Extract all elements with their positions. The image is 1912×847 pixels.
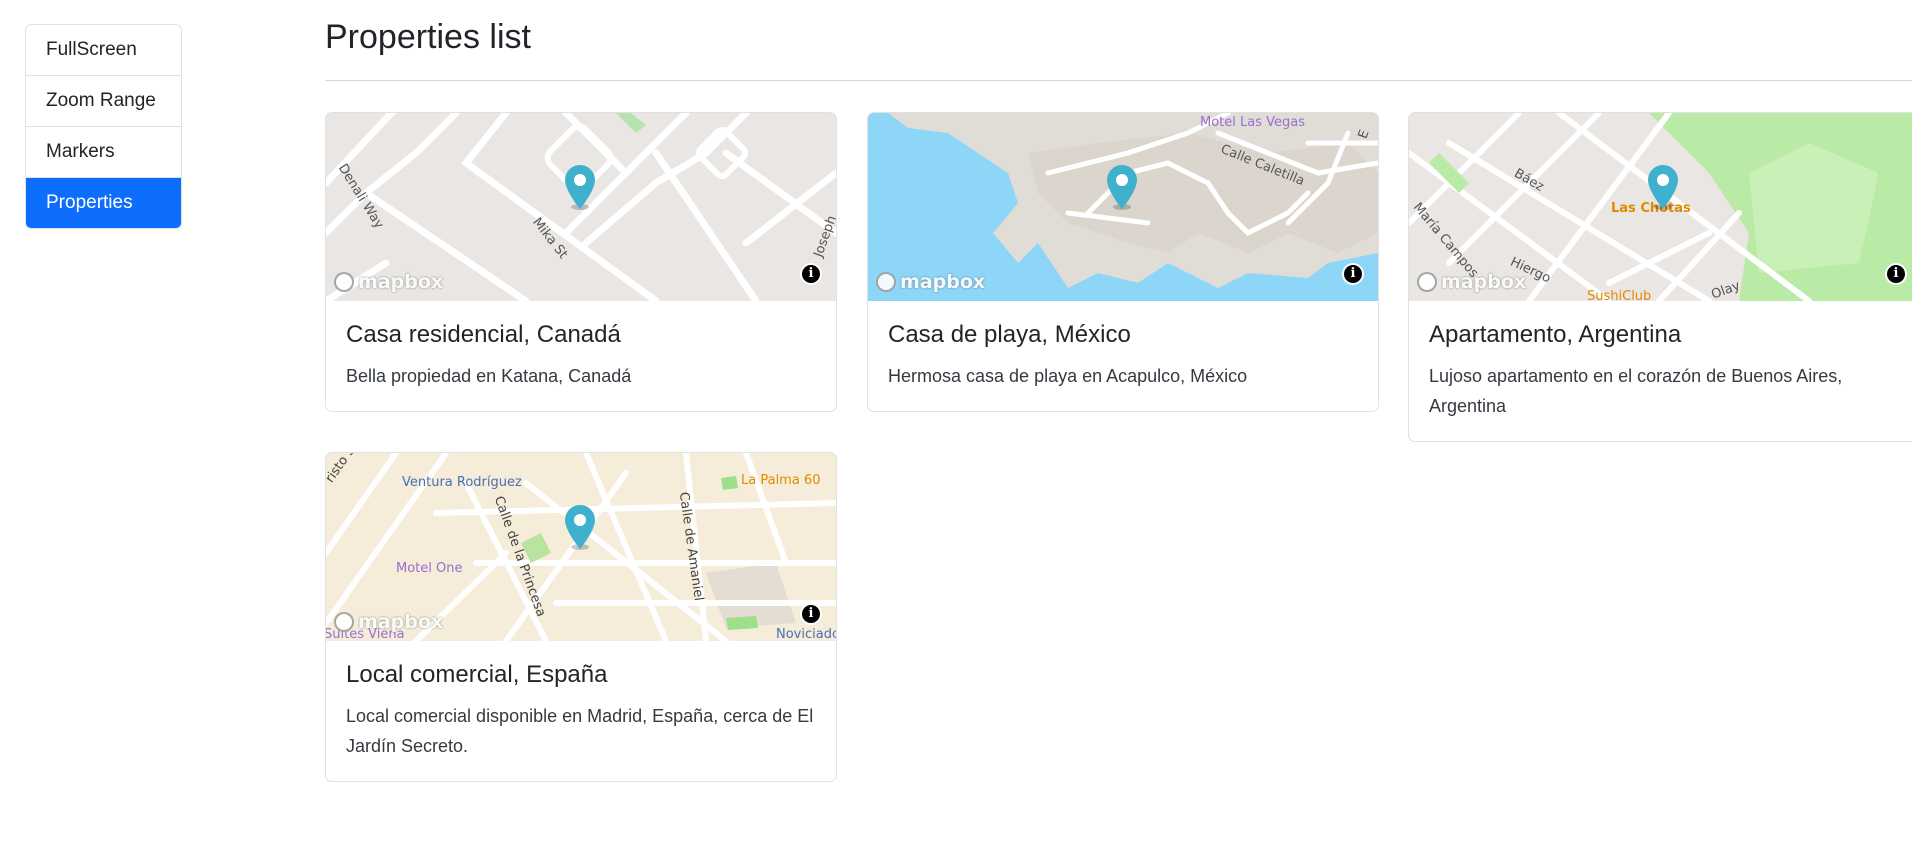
mapbox-logo[interactable]: mapbox (1417, 271, 1526, 293)
card-title: Casa de playa, México (888, 321, 1131, 348)
map-poi-label: Motel Las Vegas (1200, 115, 1305, 130)
card-description: Bella propiedad en Katana, Canadá (346, 366, 632, 386)
mapbox-logo-icon (334, 272, 354, 292)
card-title: Local comercial, España (346, 661, 608, 688)
mapbox-logo-text: mapbox (358, 611, 444, 633)
map-info-button[interactable]: i (1342, 263, 1364, 285)
sidebar-item-properties[interactable]: Properties (26, 178, 181, 228)
property-map-canada[interactable]: Denali Way Mika St Joseph mapbox i (326, 113, 836, 301)
info-icon: i (1344, 265, 1362, 283)
sidebar-item-markers[interactable]: Markers (26, 127, 181, 178)
info-icon: i (802, 605, 820, 623)
card-description: Hermosa casa de playa en Acapulco, Méxic… (888, 366, 1248, 386)
map-poi-label: SushiClub (1587, 289, 1652, 304)
info-icon: i (1887, 265, 1905, 283)
card-description: Lujoso apartamento en el corazón de Buen… (1429, 366, 1843, 416)
card-description: Local comercial disponible en Madrid, Es… (346, 706, 814, 756)
mapbox-logo-text: mapbox (1441, 271, 1527, 293)
map-poi-label: Motel One (396, 561, 463, 576)
property-map-argentina[interactable]: Báez Las Chotas María Campos Hiergo Sush… (1409, 113, 1912, 304)
map-marker-icon[interactable] (563, 163, 597, 211)
mapbox-logo-icon (334, 612, 354, 632)
map-marker-icon[interactable] (563, 503, 597, 551)
mapbox-logo-icon (1417, 272, 1437, 292)
mapbox-logo-text: mapbox (358, 271, 444, 293)
mapbox-logo[interactable]: mapbox (334, 611, 443, 633)
card-title: Apartamento, Argentina (1429, 321, 1682, 348)
map-poi-label: La Palma 60 (741, 473, 821, 488)
property-card-canada: Denali Way Mika St Joseph mapbox i Casa … (325, 112, 837, 412)
map-poi-label: Ventura Rodríguez (402, 475, 522, 490)
sidebar-item-zoom-range[interactable]: Zoom Range (26, 76, 181, 127)
map-info-button[interactable]: i (1885, 263, 1907, 285)
title-divider (325, 80, 1912, 81)
info-icon: i (802, 265, 820, 283)
property-map-spain[interactable]: Ventura Rodríguez La Palma 60 Calle de l… (326, 453, 837, 642)
page-title: Properties list (325, 18, 531, 56)
mapbox-logo-icon (876, 272, 896, 292)
property-card-mexico: Motel Las Vegas Calle Caletilla E mapbox… (867, 112, 1379, 412)
sidebar-nav: FullScreen Zoom Range Markers Properties (25, 24, 182, 229)
card-body: Casa residencial, Canadá Bella propiedad… (326, 301, 836, 411)
map-info-button[interactable]: i (800, 263, 822, 285)
card-body: Apartamento, Argentina Lujoso apartament… (1409, 301, 1912, 441)
card-body: Casa de playa, México Hermosa casa de pl… (868, 301, 1378, 411)
property-card-spain: Ventura Rodríguez La Palma 60 Calle de l… (325, 452, 837, 782)
card-title: Casa residencial, Canadá (346, 321, 621, 348)
card-body: Local comercial, España Local comercial … (326, 641, 836, 781)
map-marker-icon[interactable] (1105, 163, 1139, 211)
property-map-mexico[interactable]: Motel Las Vegas Calle Caletilla E mapbox… (868, 113, 1378, 301)
mapbox-logo-text: mapbox (900, 271, 986, 293)
mapbox-logo[interactable]: mapbox (334, 271, 443, 293)
mapbox-logo[interactable]: mapbox (876, 271, 985, 293)
sidebar-item-fullscreen[interactable]: FullScreen (26, 25, 181, 76)
map-marker-icon[interactable] (1646, 163, 1680, 211)
property-card-argentina: Báez Las Chotas María Campos Hiergo Sush… (1408, 112, 1912, 442)
map-info-button[interactable]: i (800, 603, 822, 625)
map-poi-label: Noviciado (776, 627, 837, 642)
